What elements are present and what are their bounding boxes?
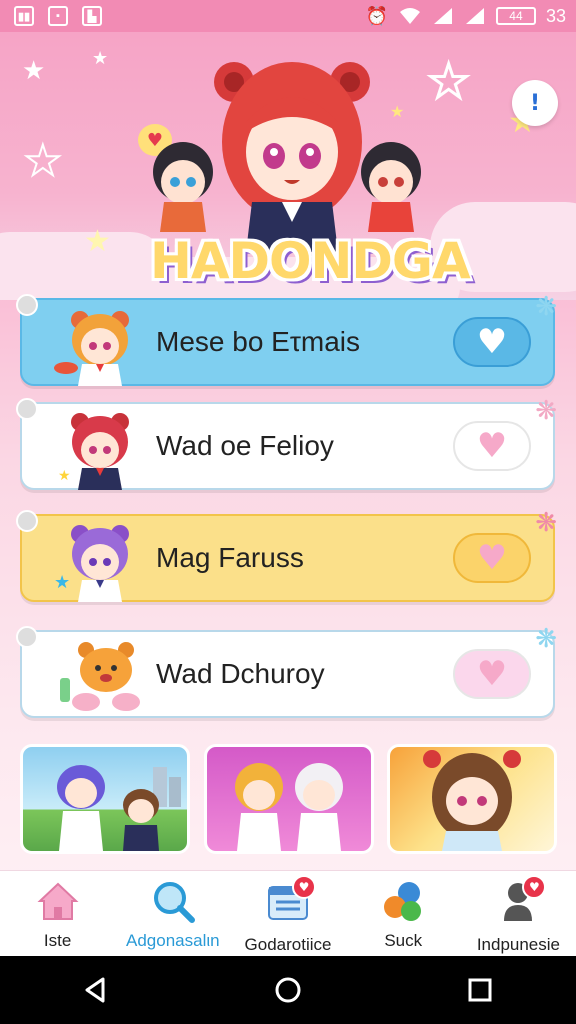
home-button-icon[interactable] xyxy=(273,975,303,1005)
character-avatar: ★ xyxy=(58,413,129,490)
app-logo: HADONDGA xyxy=(150,232,471,290)
battery-level: 44 xyxy=(509,9,523,23)
battery-icon: 44 xyxy=(495,7,536,25)
hero-banner: ★ ★ ★ ★ ★ ★ ★ ★ ♥ HADONDGA ! xyxy=(0,32,576,300)
sparkle-icon: ❋ xyxy=(535,396,557,426)
character-avatar: ★ xyxy=(54,525,129,602)
gallery-thumbnail[interactable] xyxy=(387,744,557,854)
list-item[interactable]: Wad Dchuroy ♥ ❋ xyxy=(16,624,557,718)
home-icon xyxy=(37,882,79,920)
star-icon: ★ xyxy=(92,48,109,69)
alarm-icon: ⏰ xyxy=(365,5,388,26)
signal-icon xyxy=(433,8,452,24)
notification-icon: ▙ xyxy=(82,6,102,26)
character-avatar xyxy=(54,311,129,386)
info-button[interactable]: ! xyxy=(512,80,558,126)
notification-badge: ♥ xyxy=(292,875,316,899)
favorite-button[interactable]: ♥ xyxy=(453,649,531,699)
heart-icon: ♥ xyxy=(476,322,508,362)
list-item[interactable]: ★ Wad oe Feliοy ♥ ❋ xyxy=(16,396,557,490)
status-indicators: ⏰ 44 33 xyxy=(366,6,576,27)
heart-icon: ♥ xyxy=(476,538,508,578)
mascot-character-main xyxy=(214,62,370,252)
sparkle-icon: ❋ xyxy=(535,624,557,654)
nav-label: Iste xyxy=(43,931,72,950)
notification-icon: ▪ xyxy=(48,6,68,26)
pin-icon xyxy=(16,510,38,532)
nav-label: Indpunesie xyxy=(476,935,560,954)
pin-icon xyxy=(16,626,38,648)
sparkle-icon: ❋ xyxy=(535,508,557,538)
nav-item-search[interactable]: Adgonasalιn xyxy=(115,871,230,957)
mascot-character xyxy=(153,142,213,232)
list-item-label: Mag Faruss xyxy=(156,542,304,573)
status-notifications: ▮▮ ▪ ▙ xyxy=(0,6,102,26)
back-icon[interactable] xyxy=(81,975,111,1005)
nav-icon-wrap: ♥ xyxy=(266,875,316,927)
nav-item-home[interactable]: Iste xyxy=(0,871,115,957)
nav-item-calendar[interactable]: ♥ Godarotiice xyxy=(230,871,345,957)
search-icon xyxy=(153,882,195,923)
list-item-label: Wad oe Feliοy xyxy=(156,430,334,461)
bottom-navigation: Iste Adgonasalιn ♥ Godarotiice Suck ♥ In… xyxy=(0,870,576,957)
svg-text:★: ★ xyxy=(58,468,71,484)
list-item[interactable]: Mese bo Eτmais ♥ ❋ xyxy=(16,292,557,386)
clock: 33 xyxy=(545,5,566,26)
nav-item-profile[interactable]: ♥ Indpunesie xyxy=(461,871,576,957)
recents-icon[interactable] xyxy=(465,975,495,1005)
svg-text:★: ★ xyxy=(54,572,70,593)
list-item-label: Mese bo Eτmais xyxy=(156,326,361,357)
signal-icon xyxy=(465,8,484,24)
star-icon: ★ xyxy=(426,53,470,110)
favorite-button[interactable]: ♥ xyxy=(453,421,531,471)
nav-label: Adgonasalιn xyxy=(126,931,220,950)
star-icon: ★ xyxy=(390,102,405,121)
gallery-thumbnail[interactable] xyxy=(20,744,190,854)
nav-label: Suck xyxy=(384,931,423,950)
scene-illustration xyxy=(235,763,343,851)
nav-item-suck[interactable]: Suck xyxy=(346,871,461,957)
palette-icon xyxy=(384,882,422,921)
star-icon: ★ xyxy=(23,135,63,186)
star-icon: ★ xyxy=(22,56,46,86)
nav-label: Godarotiice xyxy=(244,935,332,954)
pin-icon xyxy=(16,398,38,420)
list-item[interactable]: ★ Mag Faruss ♥ ❋ xyxy=(16,508,557,602)
list-item-label: Wad Dchuroy xyxy=(156,658,325,689)
scene-illustration xyxy=(57,765,181,851)
heart-icon: ♥ xyxy=(476,654,508,694)
wifi-icon xyxy=(399,8,420,24)
star-icon: ★ xyxy=(84,224,111,259)
gallery-thumbnail[interactable] xyxy=(204,744,374,854)
character-avatar xyxy=(60,642,140,711)
pin-icon xyxy=(16,294,38,316)
heart-icon: ♥ xyxy=(476,426,508,466)
notification-icon: ▮▮ xyxy=(14,6,34,26)
nav-icon-wrap: ♥ xyxy=(496,875,547,927)
status-bar: ▮▮ ▪ ▙ ⏰ 44 33 xyxy=(0,0,576,32)
favorite-button[interactable]: ♥ xyxy=(453,533,531,583)
notification-badge: ♥ xyxy=(522,875,547,899)
system-navigation-bar xyxy=(0,956,576,1024)
sparkle-icon: ❋ xyxy=(535,292,557,322)
scene-illustration xyxy=(423,750,521,851)
favorite-button[interactable]: ♥ xyxy=(453,317,531,367)
